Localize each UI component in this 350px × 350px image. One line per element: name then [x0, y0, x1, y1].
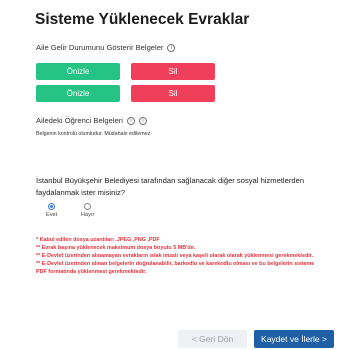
radio-button-yes[interactable] — [48, 203, 56, 210]
preview-button[interactable]: Önizle — [36, 63, 120, 80]
social-services-question: İstanbul Büyükşehir Belediyesi tarafında… — [36, 176, 305, 197]
delete-button[interactable]: Sil — [131, 63, 215, 80]
page-title: Sisteme Yüklenecek Evraklar — [35, 11, 250, 28]
radio-option-yes[interactable]: Evet — [46, 203, 57, 218]
info-icon[interactable]: i — [167, 43, 176, 52]
student-docs-section-label: Ailedeki Öğrenci Belgeleri i i — [36, 116, 147, 125]
warning-line: * Kabul edilen dosya uzantıları .JPEG ,P… — [36, 237, 160, 243]
info-icon[interactable]: i — [138, 116, 147, 125]
save-and-continue-button[interactable]: Kaydet ve İlerle > — [254, 330, 334, 348]
documents-page: Sisteme Yüklenecek Evraklar Aile Gelir D… — [0, 0, 350, 350]
student-docs-note: Belgenin kontrolü olumludur. Müdahale ed… — [36, 131, 152, 137]
preview-button[interactable]: Önizle — [36, 85, 120, 102]
radio-button-no[interactable] — [84, 203, 92, 210]
warning-line: ** Evrak başına yüklenecek maksimum dosy… — [36, 245, 196, 252]
warning-line: ** E-Devlet üzerinden alınan belgelerin … — [36, 261, 315, 276]
warning-line: ** E-Devlet üzerinden alınamayan evrakla… — [36, 253, 314, 260]
radio-option-no[interactable]: Hayır — [81, 203, 94, 218]
back-button[interactable]: < Geri Dön — [178, 330, 247, 348]
info-icon[interactable]: i — [126, 116, 135, 125]
delete-button[interactable]: Sil — [131, 85, 215, 102]
student-docs-label: Ailedeki Öğrenci Belgeleri — [36, 116, 123, 125]
family-income-section-label: Aile Gelir Durumunu Gösterir Belgeler i — [36, 43, 176, 52]
radio-label-yes: Evet — [46, 212, 58, 218]
radio-label-no: Hayır — [81, 212, 95, 218]
upload-warnings: * Kabul edilen dosya uzantıları .JPEG ,P… — [36, 236, 326, 276]
family-income-label: Aile Gelir Durumunu Gösterir Belgeler — [36, 43, 164, 52]
